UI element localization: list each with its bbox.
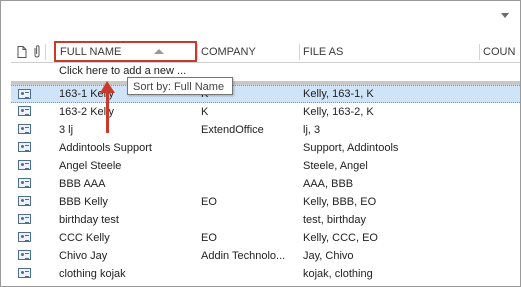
full-name-cell: birthday test	[59, 214, 119, 226]
pointer-arrow-shaft	[106, 91, 109, 133]
contact-card-icon	[18, 106, 31, 116]
full-name-cell: 3 lj	[59, 124, 74, 136]
company-cell: EO	[201, 232, 217, 244]
company-column-header[interactable]: COMPANY	[201, 42, 256, 62]
file-as-cell: Kelly, 163-1, K	[303, 88, 374, 100]
file-as-cell: AAA, BBB	[303, 178, 354, 190]
file-as-cell: Kelly, 163-2, K	[303, 106, 374, 118]
company-cell: K	[201, 106, 209, 118]
table-row[interactable]: BBB AAA AAA, BBB	[11, 175, 520, 193]
full-name-cell: BBB Kelly	[59, 196, 108, 208]
attachment-icon[interactable]	[33, 42, 41, 62]
add-new-row[interactable]: Click here to add a new ...	[11, 63, 520, 80]
file-as-column-header[interactable]: FILE AS	[303, 42, 343, 62]
table-row[interactable]: 3 lj ExtendOffice lj, 3	[11, 121, 520, 139]
company-cell: ExtendOffice	[201, 124, 264, 136]
table-row[interactable]: Addintools Support Support, Addintools	[11, 139, 520, 157]
contact-card-icon	[18, 232, 31, 242]
company-cell: EO	[201, 196, 217, 208]
table-row[interactable]: BBB Kelly EO Kelly, BBB, EO	[11, 193, 520, 211]
full-name-header-highlight	[54, 41, 197, 62]
full-name-cell: clothing kojak	[59, 268, 126, 280]
contact-card-icon	[18, 160, 31, 170]
full-name-cell: Angel Steele	[59, 160, 122, 172]
file-as-cell: kojak, clothing	[303, 268, 373, 280]
file-as-cell: Jay, Chivo	[303, 250, 354, 262]
full-name-cell: Addintools Support	[59, 142, 152, 154]
company-cell: Addin Technolo...	[201, 250, 286, 262]
table-row[interactable]: birthday test test, birthday	[11, 211, 520, 229]
contact-card-icon	[18, 89, 31, 99]
contact-card-icon	[18, 214, 31, 224]
table-row[interactable]: Chivo Jay Addin Technolo... Jay, Chivo	[11, 247, 520, 265]
table-row[interactable]: clothing kojak kojak, clothing	[11, 265, 520, 283]
file-as-cell: Kelly, BBB, EO	[303, 196, 377, 208]
file-as-cell: Steele, Angel	[303, 160, 368, 172]
file-as-cell: test, birthday	[303, 214, 366, 226]
full-name-cell: Chivo Jay	[59, 250, 108, 262]
table-row[interactable]: 163-2 Kelly K Kelly, 163-2, K	[11, 103, 520, 121]
sort-tooltip: Sort by: Full Name	[127, 77, 233, 95]
table-row[interactable]: CCC Kelly EO Kelly, CCC, EO	[11, 229, 520, 247]
top-strip	[1, 1, 520, 41]
document-icon[interactable]	[17, 42, 27, 62]
table-row[interactable]: 163-1 Kelly K Kelly, 163-1, K	[11, 85, 520, 103]
contact-card-icon	[18, 196, 31, 206]
country-column-header[interactable]: COUN	[483, 42, 515, 62]
contacts-list-window: FULL NAME COMPANY FILE AS COUN Click her…	[0, 0, 521, 287]
contact-rows: 163-1 Kelly K Kelly, 163-1, K 163-2 Kell…	[11, 85, 520, 283]
contact-card-icon	[18, 268, 31, 278]
contact-card-icon	[18, 124, 31, 134]
full-name-cell: BBB AAA	[59, 178, 106, 190]
file-as-cell: Kelly, CCC, EO	[303, 232, 378, 244]
table-row[interactable]: Angel Steele Steele, Angel	[11, 157, 520, 175]
file-as-cell: lj, 3	[303, 124, 321, 136]
full-name-cell: CCC Kelly	[59, 232, 110, 244]
contact-card-icon	[18, 178, 31, 188]
contact-card-icon	[18, 142, 31, 152]
dropdown-arrow-icon[interactable]	[501, 13, 509, 18]
file-as-cell: Support, Addintools	[303, 142, 399, 154]
contact-card-icon	[18, 250, 31, 260]
